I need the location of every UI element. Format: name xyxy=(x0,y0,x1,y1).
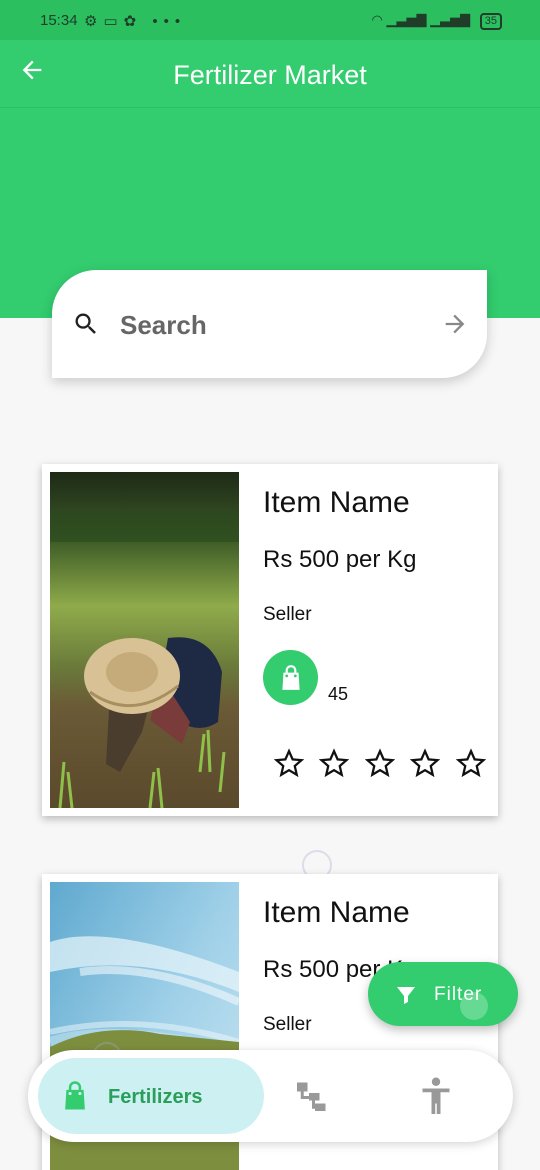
star-outline-icon[interactable] xyxy=(274,748,304,778)
tree-structure-icon[interactable] xyxy=(294,1078,330,1114)
filter-button[interactable]: Filter xyxy=(368,962,518,1026)
nav-item-fertilizers[interactable]: Fertilizers xyxy=(38,1058,264,1134)
product-card[interactable]: Item Name Rs 500 per Kg Seller 45 xyxy=(42,464,498,816)
shopping-bag-icon xyxy=(282,665,300,690)
rating-stars[interactable] xyxy=(274,748,488,780)
filter-icon xyxy=(397,987,415,1004)
shopping-bag-icon xyxy=(65,1081,85,1110)
item-seller: Seller xyxy=(263,604,312,625)
star-outline-icon[interactable] xyxy=(365,748,395,778)
accessibility-icon[interactable] xyxy=(418,1076,454,1116)
search-icon xyxy=(75,313,96,334)
signal-icon-2: ▁▃▅▇ xyxy=(430,12,471,27)
item-seller: Seller xyxy=(263,1014,312,1035)
star-outline-icon[interactable] xyxy=(456,748,486,778)
status-time: 15:34 xyxy=(40,12,78,29)
status-notification-icons: ⚙▭✿ ••• xyxy=(84,13,187,30)
signal-icon: ▁▃▅▇ xyxy=(386,12,427,27)
add-to-cart-button[interactable] xyxy=(263,650,318,705)
product-image-farmer xyxy=(50,472,239,808)
battery-icon: 35 xyxy=(479,13,502,30)
item-name: Item Name xyxy=(263,486,410,519)
arrow-right-icon[interactable] xyxy=(441,310,469,338)
status-bar: 15:34 ⚙▭✿ ••• ◠ ▁▃▅▇ ▁▃▅▇ 35 xyxy=(0,0,540,40)
status-system-icons: ◠ ▁▃▅▇ ▁▃▅▇ 35 xyxy=(372,12,502,30)
wifi-icon: ◠ xyxy=(371,12,383,27)
search-bar[interactable]: Search xyxy=(52,270,487,378)
item-name: Item Name xyxy=(263,896,410,929)
touch-indicator xyxy=(460,992,488,1020)
app-bar: Fertilizer Market xyxy=(0,40,540,108)
bottom-navigation: Fertilizers xyxy=(28,1050,513,1142)
page-title: Fertilizer Market xyxy=(173,60,367,90)
search-input[interactable]: Search xyxy=(120,310,207,341)
item-price: Rs 500 per Kg xyxy=(263,546,417,573)
star-outline-icon[interactable] xyxy=(410,748,440,778)
nav-item-label: Fertilizers xyxy=(108,1086,203,1108)
item-count: 45 xyxy=(328,684,349,704)
star-outline-icon[interactable] xyxy=(319,748,349,778)
